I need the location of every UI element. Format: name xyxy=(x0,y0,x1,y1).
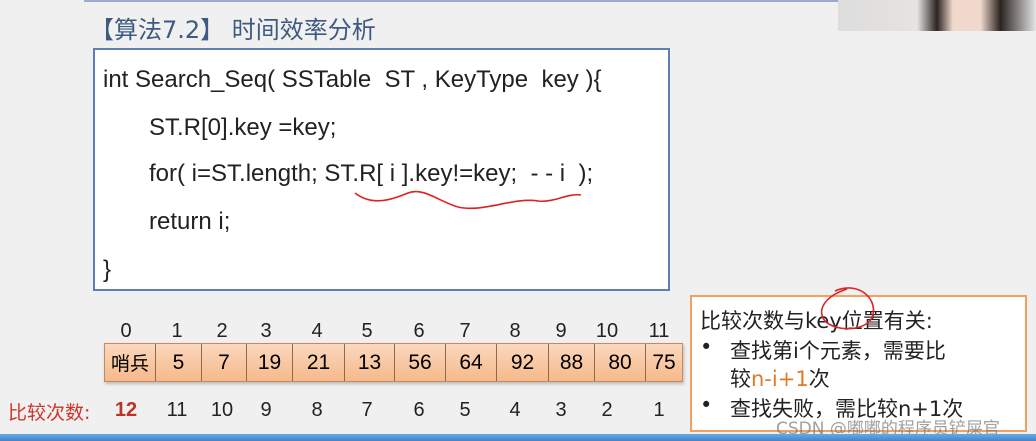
count-value: 11 xyxy=(166,399,188,421)
array-row: 哨兵 5 7 19 21 13 56 64 92 88 80 75 xyxy=(104,343,683,382)
taskbar-strip xyxy=(0,434,1036,441)
count-value: 5 xyxy=(459,399,471,421)
slide-title: 【算法7.2】 时间效率分析 xyxy=(90,16,376,44)
code-box: int Search_Seq( SSTable ST , KeyType key… xyxy=(93,48,670,291)
code-line: return i; xyxy=(149,208,231,235)
count-value: 10 xyxy=(210,399,234,421)
index-label: 7 xyxy=(459,320,471,342)
count-value: 1 xyxy=(653,399,665,421)
array-cell: 75 xyxy=(652,350,676,374)
red-circle-annotation xyxy=(820,287,875,330)
slide-top-line xyxy=(84,0,838,2)
array-cell: 92 xyxy=(497,344,549,381)
note-line: 较n-i+1次 xyxy=(730,363,830,393)
index-label: 11 xyxy=(648,320,670,342)
index-label: 2 xyxy=(216,320,228,342)
count-value: 2 xyxy=(601,399,613,421)
count-value: 8 xyxy=(311,399,323,421)
index-label: 4 xyxy=(311,320,323,342)
count-value: 7 xyxy=(361,399,373,421)
code-line: int Search_Seq( SSTable ST , KeyType key… xyxy=(103,66,602,93)
count-value: 4 xyxy=(509,399,521,421)
index-label: 9 xyxy=(555,320,567,342)
bullet-icon: • xyxy=(700,335,713,359)
code-line: } xyxy=(103,256,112,283)
code-line: ST.R[0].key =key; xyxy=(149,114,337,141)
webcam-overlay xyxy=(838,0,1036,31)
array-cell: 21 xyxy=(293,344,345,381)
note-text: 较 xyxy=(730,367,751,391)
count-value: 6 xyxy=(413,399,425,421)
note-line: 查找第i个元素，需要比 xyxy=(730,339,946,363)
index-label: 3 xyxy=(260,320,272,342)
note-text: 次 xyxy=(808,367,830,391)
index-label: 8 xyxy=(509,320,521,342)
count-value: 3 xyxy=(555,399,567,421)
note-box: 比较次数与key位置有关: • 查找第i个元素，需要比 较n-i+1次 • 查找… xyxy=(690,287,1027,432)
index-label: 0 xyxy=(120,320,132,342)
index-label: 5 xyxy=(361,320,373,342)
code-line: for( i=ST.length; ST.R[ i ].key!=key; - … xyxy=(149,160,594,187)
index-label: 6 xyxy=(413,320,425,342)
array-cell: 7 xyxy=(202,344,247,381)
array-cell: 19 xyxy=(247,344,293,381)
count-label: 比较次数: xyxy=(8,402,91,424)
array-cell: 56 xyxy=(395,344,446,381)
array-cell: 哨兵 xyxy=(105,344,156,381)
bullet-icon: • xyxy=(700,393,713,417)
array-cell: 5 xyxy=(156,344,202,381)
count-value: 9 xyxy=(260,399,272,421)
index-label: 1 xyxy=(171,320,183,342)
count-value: 12 xyxy=(114,399,138,421)
array-cell: 64 xyxy=(446,344,497,381)
red-underline-annotation xyxy=(354,190,582,210)
array-cell: 13 xyxy=(345,344,395,381)
array-cell: 88 xyxy=(549,344,595,381)
note-highlight: n-i+1 xyxy=(751,367,809,391)
index-label: 10 xyxy=(595,320,619,342)
array-cell: 80 xyxy=(595,344,646,381)
